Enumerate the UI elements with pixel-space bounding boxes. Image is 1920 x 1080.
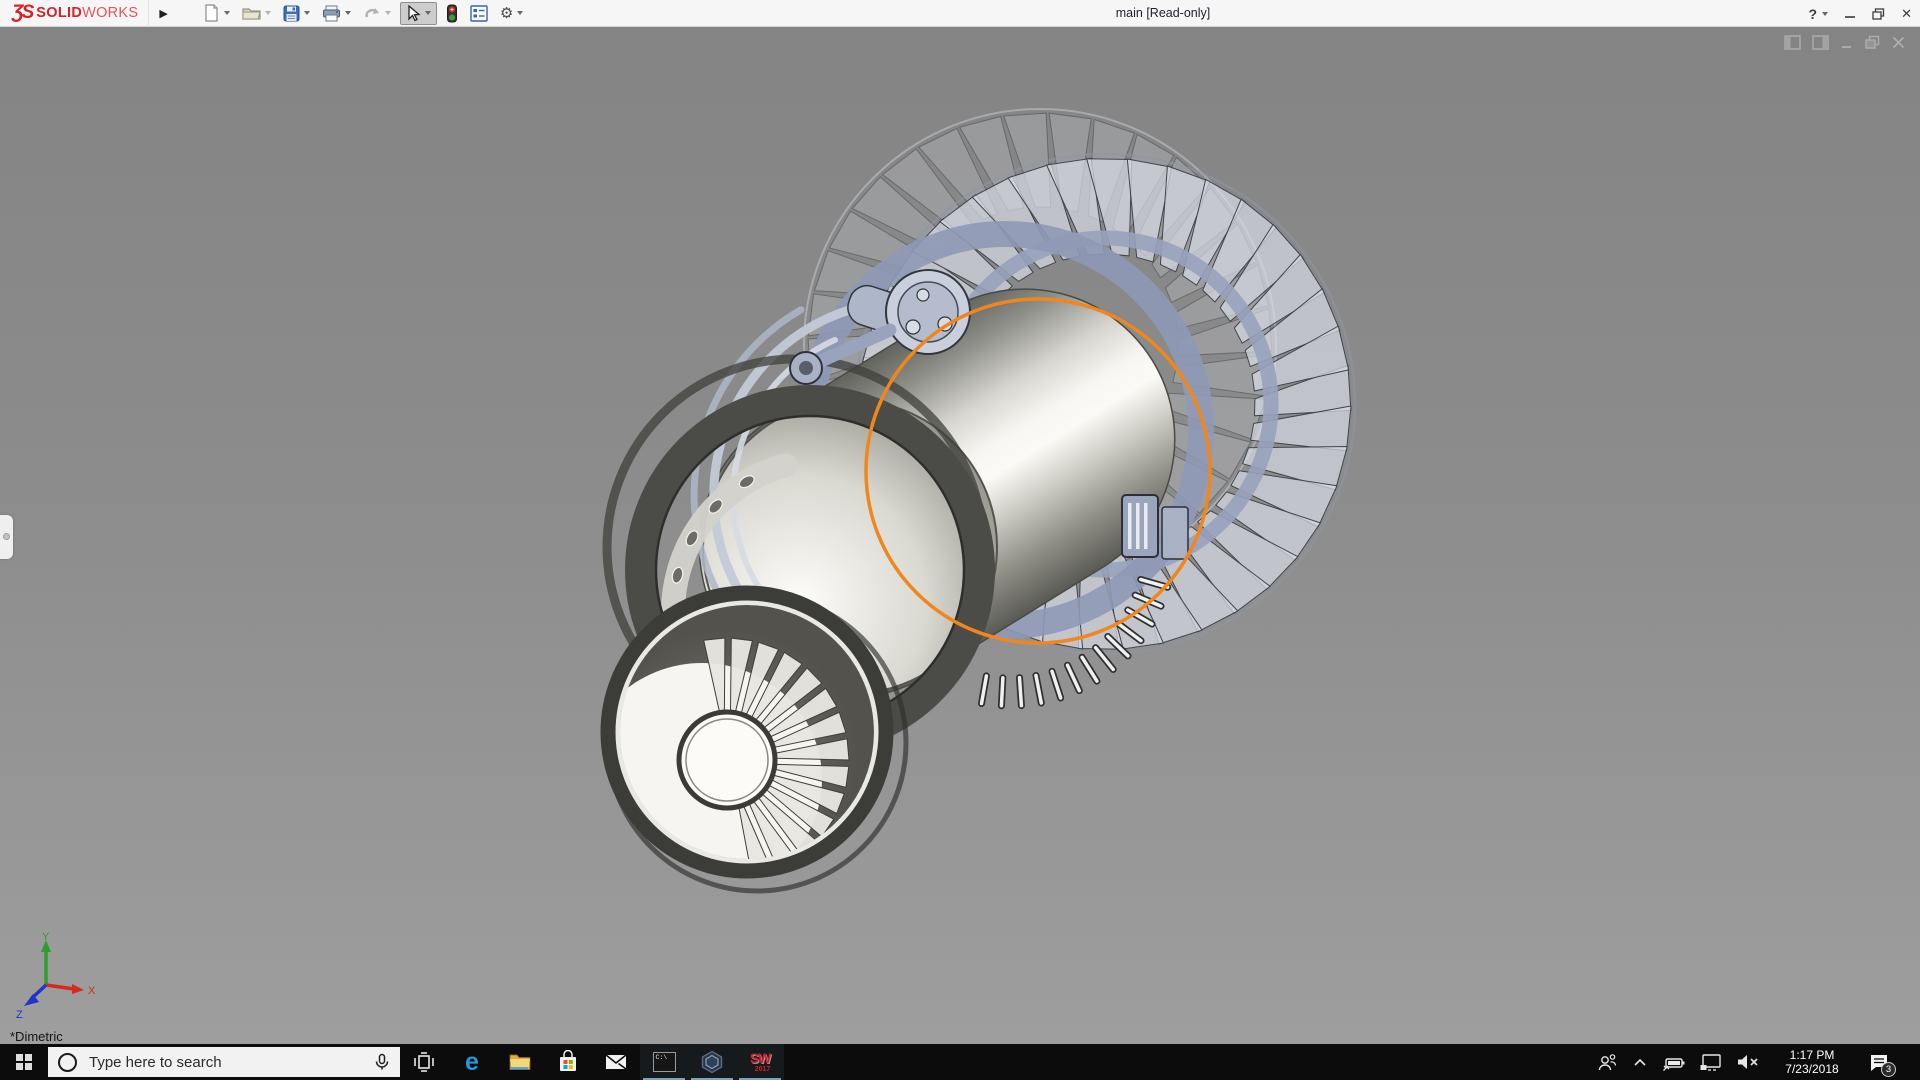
exhaust-center-hole	[679, 712, 775, 808]
show-feature-pane-icon[interactable]	[1784, 35, 1802, 50]
help-button[interactable]: ?	[1809, 6, 1829, 22]
hidden-icons-button[interactable]	[1631, 1053, 1649, 1071]
menu-flyout-arrow[interactable]: ▶	[149, 7, 177, 20]
mail-button[interactable]	[592, 1044, 640, 1080]
start-button[interactable]	[0, 1044, 48, 1080]
logo-text-works: WORKS	[82, 5, 138, 21]
save-button[interactable]	[280, 3, 313, 24]
flyout-tab-handle	[3, 533, 10, 540]
properties-button[interactable]	[467, 3, 491, 24]
battery-plug-icon	[1662, 1052, 1686, 1072]
chevron-up-icon	[1631, 1053, 1649, 1071]
solidworks-2017-icon: SW 2017	[750, 1051, 771, 1073]
print-button[interactable]	[319, 3, 354, 24]
open-folder-icon	[242, 5, 261, 21]
logo-text-solid: SOLID	[36, 5, 82, 21]
mdi-restore-icon[interactable]	[1864, 35, 1881, 50]
action-center-button[interactable]: 3	[1864, 1048, 1894, 1076]
dassault-logo-mark: ƷS	[12, 2, 32, 24]
show-task-pane-icon[interactable]	[1812, 35, 1830, 50]
properties-list-icon	[470, 5, 488, 22]
system-tray: 1:17 PM 7/23/2018 3	[1596, 1044, 1920, 1080]
file-explorer-button[interactable]	[496, 1044, 544, 1080]
document-title: main [Read-only]	[1116, 0, 1211, 27]
options-button[interactable]: ⚙	[497, 4, 526, 23]
restore-button[interactable]	[1872, 8, 1885, 20]
network-button[interactable]	[1699, 1052, 1723, 1072]
search-input[interactable]	[87, 1053, 364, 1072]
titlebar: ƷS SOLIDWORKS ▶	[0, 0, 1920, 27]
gear-icon: ⚙	[500, 6, 513, 21]
microphone-icon[interactable]	[374, 1053, 390, 1071]
orientation-triad: Y X Z	[6, 930, 102, 1022]
new-document-icon	[203, 4, 220, 22]
clock-date: 7/23/2018	[1773, 1062, 1851, 1077]
solidworks-button[interactable]: SW 2017	[736, 1044, 784, 1080]
select-tool-button[interactable]	[400, 2, 437, 25]
store-button[interactable]	[544, 1044, 592, 1080]
jet-engine-model	[0, 27, 1920, 1044]
task-view-button[interactable]	[400, 1044, 448, 1080]
windows-taskbar: e	[0, 1044, 1920, 1080]
cortana-icon	[58, 1053, 77, 1072]
mdi-minimize-icon[interactable]	[1840, 35, 1854, 50]
solidworks-window: ƷS SOLIDWORKS ▶	[0, 0, 1920, 1080]
open-button[interactable]	[239, 3, 274, 23]
mdi-window-controls	[1784, 35, 1906, 50]
new-document-button[interactable]	[200, 2, 233, 24]
clock-time: 1:17 PM	[1773, 1048, 1851, 1063]
taskbar-apps: e	[400, 1044, 784, 1080]
close-button[interactable]: ✕	[1901, 6, 1912, 22]
taskbar-clock[interactable]: 1:17 PM 7/23/2018	[1773, 1048, 1851, 1077]
solidworks-logo: ƷS SOLIDWORKS	[0, 0, 149, 27]
command-prompt-button[interactable]: C:\	[640, 1044, 688, 1080]
save-icon	[283, 5, 300, 22]
task-view-icon	[412, 1050, 436, 1074]
mail-icon	[604, 1052, 628, 1072]
view-orientation-label: *Dimetric	[10, 1029, 63, 1044]
triad-z-label: Z	[16, 1009, 23, 1021]
model-viewport[interactable]: Y X Z *Dimetric	[0, 27, 1920, 1044]
power-status-button[interactable]	[1662, 1052, 1686, 1072]
undo-button[interactable]	[360, 3, 394, 23]
select-cursor-icon	[406, 5, 421, 22]
print-icon	[322, 5, 341, 22]
people-icon	[1596, 1051, 1618, 1073]
minimize-button[interactable]	[1844, 8, 1856, 20]
volume-muted-icon	[1736, 1053, 1760, 1071]
mdi-close-icon[interactable]	[1891, 35, 1906, 50]
edge-icon: e	[465, 1050, 479, 1074]
people-button[interactable]	[1596, 1051, 1618, 1073]
windows-logo-icon	[16, 1054, 32, 1070]
file-explorer-icon	[508, 1051, 532, 1073]
undo-icon	[363, 5, 381, 21]
window-controls: ? ✕	[1809, 0, 1912, 27]
taskbar-search-box[interactable]	[48, 1047, 400, 1077]
triad-y-label: Y	[42, 931, 50, 943]
traffic-light-icon	[446, 4, 458, 23]
feature-pane-flyout-tab[interactable]	[0, 515, 13, 559]
microsoft-store-icon	[556, 1050, 580, 1074]
quick-access-toolbar: ⚙	[200, 2, 526, 25]
edge-button[interactable]: e	[448, 1044, 496, 1080]
edrawings-button[interactable]	[688, 1044, 736, 1080]
command-prompt-icon: C:\	[653, 1052, 676, 1072]
edrawings-hexagon-icon	[700, 1050, 724, 1074]
volume-button[interactable]	[1736, 1053, 1760, 1071]
notification-badge: 3	[1881, 1062, 1896, 1077]
triad-x-label: X	[88, 985, 96, 997]
ethernet-icon	[1699, 1052, 1723, 1072]
xpress-status-button[interactable]	[443, 2, 461, 25]
